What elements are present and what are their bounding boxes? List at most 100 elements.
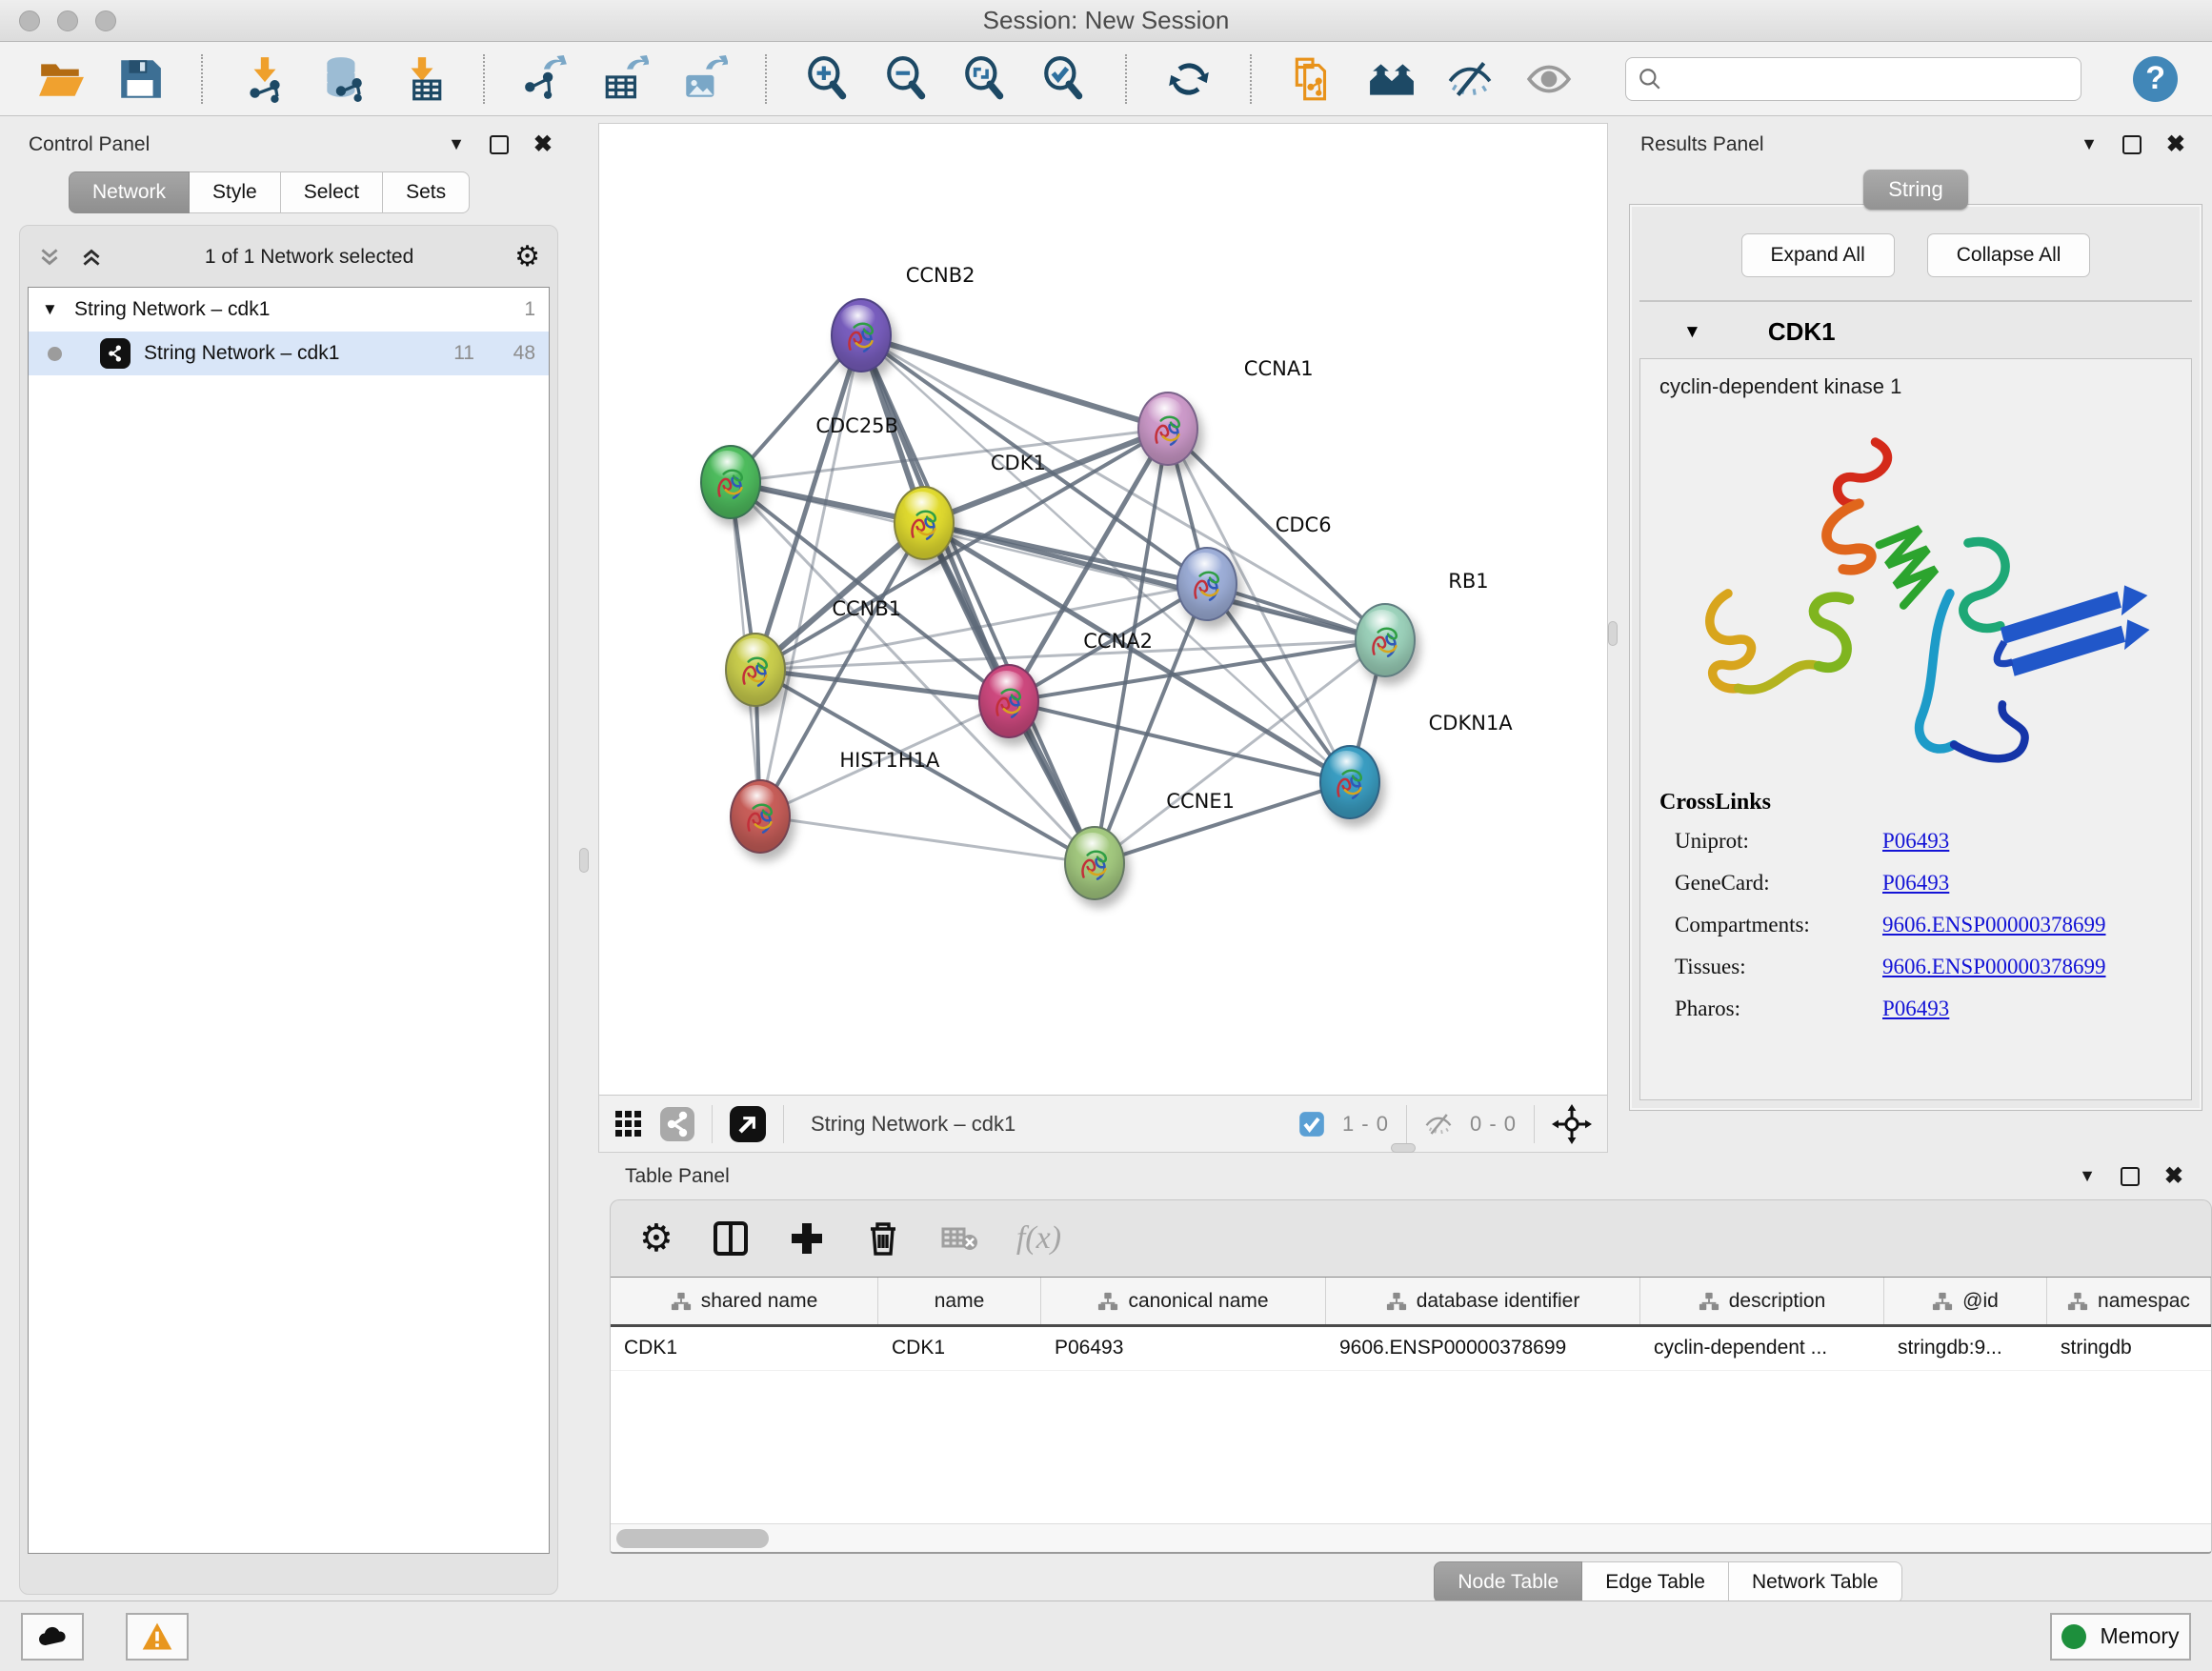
column-header-namespace[interactable]: namespac [2047,1278,2211,1324]
pan-crosshair-icon[interactable] [1552,1104,1592,1144]
import-network-database-icon[interactable] [316,51,371,107]
compartments-link[interactable]: 9606.ENSP00000378699 [1882,913,2106,937]
network-node-ccnb1[interactable] [725,633,786,707]
scrollbar-thumb[interactable] [616,1529,769,1548]
node-label: CDK1 [991,452,1046,474]
column-header-id[interactable]: @id [1884,1278,2047,1324]
network-node-ccna1[interactable] [1137,392,1198,466]
zoom-window-button[interactable] [95,10,116,31]
network-node-rb1[interactable] [1355,603,1416,677]
grid-view-icon[interactable] [614,1110,643,1138]
float-panel-icon[interactable] [2122,135,2142,154]
search-icon [1638,67,1662,91]
network-row[interactable]: String Network – cdk1 11 48 [29,332,549,375]
hide-eye-slash-icon[interactable] [1443,51,1498,107]
network-node-cdc25b[interactable] [700,445,761,519]
table-options-gear-icon[interactable]: ⚙ [639,1219,674,1258]
string-view-icon[interactable] [660,1107,694,1141]
pharos-link[interactable]: P06493 [1882,997,1949,1021]
zoom-selected-icon[interactable] [1037,51,1092,107]
tab-network[interactable]: Network [69,171,190,213]
close-panel-icon[interactable]: ✖ [533,131,553,158]
network-node-cdkn1a[interactable] [1319,745,1380,819]
tab-select[interactable]: Select [281,171,383,213]
tab-node-table[interactable]: Node Table [1434,1561,1582,1603]
export-table-icon[interactable] [598,51,653,107]
network-node-ccna2[interactable] [978,664,1039,738]
network-node-cdc6[interactable] [1176,547,1237,621]
tab-network-table[interactable]: Network Table [1729,1561,1902,1603]
expand-all-icon[interactable] [79,245,104,270]
warning-status-button[interactable] [126,1613,189,1661]
network-node-ccnb2[interactable] [831,298,892,372]
minimize-window-button[interactable] [57,10,78,31]
clone-network-icon[interactable] [1286,51,1340,107]
tab-sets[interactable]: Sets [383,171,470,213]
uniprot-link[interactable]: P06493 [1882,829,1949,854]
panel-menu-icon[interactable]: ▼ [2081,134,2098,154]
show-columns-icon[interactable] [712,1219,750,1258]
import-network-file-icon[interactable] [237,51,292,107]
genecard-link[interactable]: P06493 [1882,871,1949,896]
column-header-name[interactable]: name [878,1278,1041,1324]
protein-structure-image [1665,424,2170,767]
network-node-ccne1[interactable] [1064,826,1125,900]
open-session-folder-icon[interactable] [34,51,89,107]
save-session-icon[interactable] [113,51,168,107]
collapse-all-icon[interactable] [37,245,62,270]
window-controls[interactable] [19,10,116,31]
tab-edge-table[interactable]: Edge Table [1582,1561,1729,1603]
close-panel-icon[interactable]: ✖ [2164,1162,2183,1190]
search-input[interactable] [1672,67,2069,91]
panel-menu-icon[interactable]: ▼ [2079,1166,2096,1186]
column-header-description[interactable]: description [1640,1278,1884,1324]
home-networks-icon[interactable] [1365,51,1419,107]
crosslinks-title: CrossLinks [1659,790,2182,815]
horizontal-scrollbar[interactable] [611,1523,2211,1552]
export-image-icon[interactable] [676,51,731,107]
tab-style[interactable]: Style [190,171,281,213]
table-row[interactable]: CDK1 CDK1 P06493 9606.ENSP00000378699 cy… [611,1327,2211,1371]
float-panel-icon[interactable] [2121,1167,2140,1186]
protein-thumbnail-icon [842,315,882,359]
collapse-all-button[interactable]: Collapse All [1927,233,2091,277]
left-splitter-handle[interactable] [579,848,589,873]
help-icon[interactable]: ? [2133,56,2178,102]
network-options-gear-icon[interactable]: ⚙ [514,243,540,272]
network-canvas[interactable]: CCNB2 CCNA1 CDC25B CDK1 [599,124,1607,1095]
zoom-in-icon[interactable] [801,51,855,107]
network-collection-row[interactable]: ▼ String Network – cdk1 1 [29,288,549,332]
show-eye-icon[interactable] [1522,51,1577,107]
refresh-icon[interactable] [1161,51,1216,107]
entry-collapse-icon[interactable]: ▼ [1683,322,1701,343]
panel-menu-icon[interactable]: ▼ [448,134,465,154]
cloud-status-button[interactable] [21,1613,84,1661]
selected-checkbox-icon[interactable] [1298,1111,1325,1137]
network-node-cdk1[interactable] [894,486,955,560]
export-network-icon[interactable] [519,51,573,107]
expand-all-button[interactable]: Expand All [1741,233,1895,277]
close-window-button[interactable] [19,10,40,31]
shared-column-icon [2067,1291,2088,1312]
column-header-shared-name[interactable]: shared name [611,1278,878,1324]
delete-column-icon[interactable] [864,1219,902,1258]
zoom-fit-icon[interactable] [958,51,1013,107]
bottom-splitter-handle[interactable] [1391,1143,1416,1153]
network-tree: ▼ String Network – cdk1 1 String Network… [28,287,550,1554]
right-splitter-handle[interactable] [1608,621,1618,646]
tab-string[interactable]: String [1863,170,1967,210]
close-panel-icon[interactable]: ✖ [2166,131,2185,158]
search-box[interactable] [1625,57,2081,101]
add-column-icon[interactable] [788,1219,826,1258]
protein-thumbnail-icon [1149,409,1189,453]
collection-expand-icon[interactable]: ▼ [42,300,74,319]
zoom-out-icon[interactable] [879,51,934,107]
tissues-link[interactable]: 9606.ENSP00000378699 [1882,955,2106,979]
float-panel-icon[interactable] [490,135,509,154]
column-header-canonical-name[interactable]: canonical name [1041,1278,1326,1324]
memory-button[interactable]: Memory [2050,1613,2191,1661]
birds-eye-view-icon[interactable] [730,1106,766,1142]
import-table-file-icon[interactable] [394,51,449,107]
column-header-database-identifier[interactable]: database identifier [1326,1278,1640,1324]
network-node-hist1h1a[interactable] [730,779,791,854]
